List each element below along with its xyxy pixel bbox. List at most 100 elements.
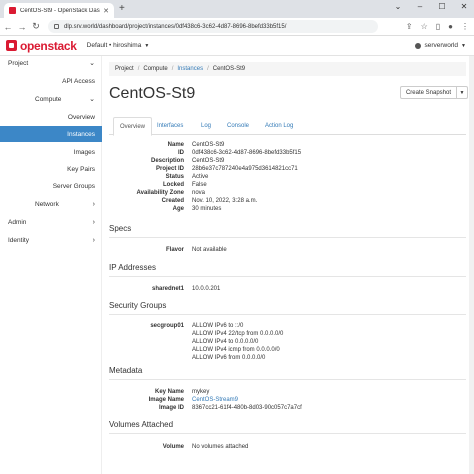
sidebar-item-compute[interactable]: Compute ⌄ [0, 92, 102, 106]
section-title-volumes-attached: Volumes Attached [109, 420, 174, 429]
secgroup-rule: ALLOW IPv4 to 0.0.0.0/0 [109, 338, 466, 346]
tab-console[interactable]: Console [221, 117, 255, 135]
sidebar-item-label: Instances [67, 130, 95, 138]
row-value: 0df438c6-3c62-4d87-8696-8befd33b5f15 [192, 150, 302, 156]
url-input[interactable]: dlp.srv.world/dashboard/project/instance… [48, 20, 378, 33]
secgroup-rule: ALLOW IPv4 22/tcp from 0.0.0.0/0 [109, 330, 466, 338]
breadcrumb: Project / Compute / Instances / CentOS-S… [109, 62, 466, 76]
chevron-down-icon: ▼ [461, 42, 466, 49]
section-title-metadata: Metadata [109, 366, 143, 375]
row-key: Image Name [148, 397, 184, 403]
secgroup-rule: ALLOW IPv4 icmp from 0.0.0.0/0 [109, 346, 466, 354]
row-value: Not available [192, 247, 227, 253]
row-key: Availability Zone [136, 190, 184, 196]
close-tab-icon[interactable]: ✕ [103, 7, 109, 15]
reload-icon[interactable]: ↻ [30, 21, 42, 32]
sidebar-item-project[interactable]: Project ⌄ [0, 56, 102, 70]
sidebar-item-server-groups[interactable]: Server Groups [0, 179, 102, 193]
breadcrumb-compute[interactable]: Compute [143, 66, 167, 72]
browser-tab-title: CentOS-St9 - OpenStack Dashb [20, 7, 101, 14]
row-key: Volume [162, 444, 184, 450]
chevron-down-icon: ⌄ [89, 96, 95, 103]
tab-log[interactable]: Log [195, 117, 217, 135]
row-key: Key Name [154, 389, 184, 395]
logo-text: openstack [20, 38, 77, 53]
image-name-link[interactable]: CentOS-Stream9 [192, 396, 238, 404]
back-icon[interactable]: ← [2, 22, 14, 32]
sidebar-item-key-pairs[interactable]: Key Pairs [0, 162, 102, 176]
tab-interfaces[interactable]: Interfaces [151, 117, 189, 135]
sidebar-item-overview[interactable]: Overview [0, 110, 102, 124]
overview-row: Status Active [109, 173, 466, 181]
row-value: Nov. 10, 2022, 3:28 a.m. [192, 198, 258, 204]
detail-tabs: Overview Interfaces Log Console Action L… [109, 117, 466, 136]
side-panel-icon[interactable]: ▯ [436, 22, 440, 31]
profile-icon[interactable]: ● [448, 22, 453, 31]
row-key: secgroup01 [150, 323, 184, 329]
chevron-down-icon: ▼ [144, 42, 150, 49]
sidebar: Project ⌄ API Access Compute ⌄ Overview … [0, 56, 102, 474]
sidebar-item-identity[interactable]: Identity › [0, 233, 102, 247]
forward-icon[interactable]: → [16, 22, 28, 32]
row-key: ID [178, 150, 184, 156]
section-title-ip-addresses: IP Addresses [109, 263, 156, 272]
row-value: Active [192, 174, 209, 180]
main-content: Project / Compute / Instances / CentOS-S… [103, 56, 474, 474]
chevron-right-icon: › [92, 200, 95, 208]
browser-tab[interactable]: CentOS-St9 - OpenStack Dashb ✕ [4, 3, 114, 18]
volumes-row: Volume No volumes attached [109, 443, 466, 451]
minimize-icon[interactable]: – [414, 2, 426, 11]
row-value: 10.0.0.201 [192, 286, 221, 292]
row-key: Status [165, 174, 184, 180]
user-menu[interactable]: serverworld ▼ [415, 42, 466, 49]
scrollbar[interactable] [469, 56, 474, 474]
sidebar-item-network[interactable]: Network › [0, 197, 102, 211]
sidebar-item-label: API Access [62, 77, 95, 85]
row-value: ALLOW IPv4 to 0.0.0.0/0 [192, 339, 259, 345]
share-icon[interactable]: ⇪ [406, 22, 413, 31]
create-snapshot-button[interactable]: Create Snapshot [401, 87, 457, 98]
breadcrumb-instances[interactable]: Instances [177, 66, 203, 72]
divider [109, 379, 466, 380]
sidebar-item-label: Network [35, 200, 59, 208]
openstack-logo-icon [6, 40, 17, 51]
bookmark-star-icon[interactable]: ☆ [421, 22, 428, 31]
row-value: 8367cc21-61f4-480b-8d03-90c057c7a7cf [192, 405, 302, 411]
user-name: serverworld [424, 42, 459, 49]
row-key: Locked [162, 182, 184, 188]
row-value: ALLOW IPv4 icmp from 0.0.0.0/0 [192, 347, 280, 353]
row-value: No volumes attached [192, 444, 249, 450]
sidebar-item-api-access[interactable]: API Access [0, 74, 102, 88]
openstack-logo[interactable]: openstack [6, 39, 77, 53]
browser-actions: ⇪ ☆ ▯ ● ⋮ [406, 22, 469, 31]
row-key: Age [172, 206, 184, 212]
sidebar-item-images[interactable]: Images [0, 145, 102, 159]
sidebar-item-label: Images [73, 148, 95, 156]
row-value: ALLOW IPv6 to ::/0 [192, 323, 244, 329]
overview-row: Description CentOS-St9 [109, 157, 466, 165]
specs-row: Flavor Not available [109, 246, 466, 254]
sidebar-item-label: Identity [8, 236, 29, 244]
overview-row: Created Nov. 10, 2022, 3:28 a.m. [109, 197, 466, 205]
tab-search-icon[interactable]: ⌄ [392, 2, 404, 11]
site-info-icon[interactable] [54, 24, 59, 29]
secgroup-row: secgroup01 ALLOW IPv6 to ::/0 [109, 322, 466, 330]
new-tab-icon[interactable]: + [119, 4, 125, 14]
secgroup-rule: ALLOW IPv6 from 0.0.0.0/0 [109, 354, 466, 362]
breadcrumb-current: CentOS-St9 [212, 66, 246, 72]
sidebar-item-label: Admin [8, 218, 27, 226]
sidebar-item-instances[interactable]: Instances [0, 126, 102, 142]
tab-overview[interactable]: Overview [113, 117, 153, 136]
chevron-down-icon: ▼ [459, 89, 465, 96]
browser-menu-icon[interactable]: ⋮ [461, 22, 469, 31]
actions-dropdown-button[interactable]: ▼ [457, 87, 467, 98]
row-key: Image ID [158, 405, 184, 411]
row-key: Created [161, 198, 184, 204]
maximize-icon[interactable]: ☐ [436, 2, 448, 11]
window-close-icon[interactable]: ✕ [458, 2, 470, 11]
sidebar-item-admin[interactable]: Admin › [0, 215, 102, 229]
tab-action-log[interactable]: Action Log [259, 117, 299, 135]
overview-row: Age 30 minutes [109, 205, 466, 213]
project-selector[interactable]: Default • hiroshima ▼ [87, 42, 150, 49]
breadcrumb-project[interactable]: Project [115, 66, 134, 72]
